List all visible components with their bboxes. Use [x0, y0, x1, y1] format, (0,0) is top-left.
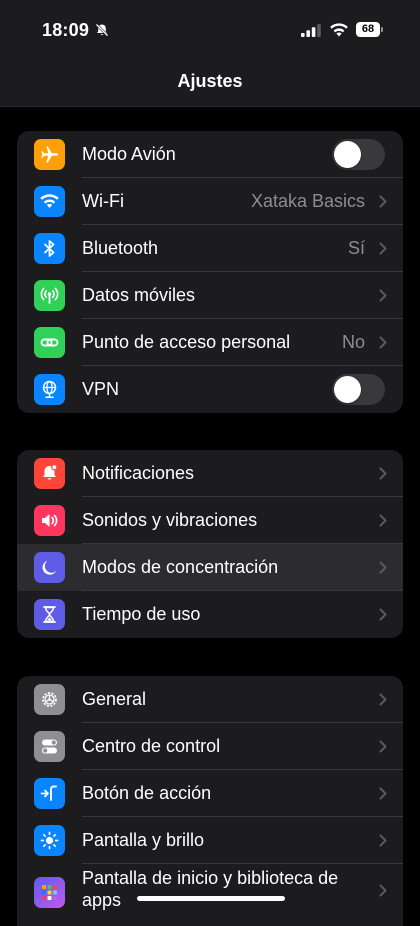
settings-row-label: Pantalla y brillo — [82, 830, 205, 850]
switches-icon — [34, 731, 65, 762]
chevron-right-icon — [379, 693, 387, 706]
chevron-right-icon — [379, 336, 387, 349]
home-indicator[interactable] — [137, 896, 285, 901]
globe-icon — [34, 374, 65, 405]
settings-row-home-screen[interactable]: Pantalla de inicio y biblioteca de apps — [17, 864, 403, 920]
settings-row-label: General — [82, 689, 147, 709]
settings-row-label: Tiempo de uso — [82, 604, 201, 624]
moon-icon — [34, 552, 65, 583]
settings-row-label: Modos de concentración — [82, 557, 279, 577]
settings-row-label: Wi-Fi — [82, 191, 124, 211]
chevron-right-icon — [379, 514, 387, 527]
settings-group-connectivity: Modo Avión Wi-Fi Xataka Basics Bluetooth… — [17, 131, 403, 413]
settings-row-sounds[interactable]: Sonidos y vibraciones — [17, 497, 403, 544]
speaker-icon — [34, 505, 65, 536]
airplane-icon — [34, 139, 65, 170]
settings-row-bluetooth[interactable]: Bluetooth Sí — [17, 225, 403, 272]
settings-row-control-center[interactable]: Centro de control — [17, 723, 403, 770]
settings-row-label: Pantalla de inicio y biblioteca de apps — [82, 868, 339, 910]
gear-icon — [34, 684, 65, 715]
settings-row-value: No — [341, 332, 365, 352]
settings-row-airplane-mode[interactable]: Modo Avión — [17, 131, 403, 178]
navigation-bar: Ajustes — [0, 62, 420, 107]
airplane-mode-toggle[interactable] — [332, 139, 385, 170]
settings-row-value: Xataka Basics — [250, 191, 365, 211]
chevron-right-icon — [379, 740, 387, 753]
wifi-status-icon — [330, 23, 348, 37]
settings-row-label: Bluetooth — [82, 238, 159, 258]
settings-row-label: Datos móviles — [82, 285, 196, 305]
settings-group-system: General Centro de control Botón de acció… — [17, 676, 403, 926]
cellular-signal-icon — [301, 24, 321, 37]
silent-bell-icon — [95, 23, 109, 37]
bell-icon — [34, 458, 65, 489]
wifi-icon — [34, 186, 65, 217]
settings-row-personal-hotspot[interactable]: Punto de acceso personal No — [17, 319, 403, 366]
chevron-right-icon — [379, 561, 387, 574]
chevron-right-icon — [379, 242, 387, 255]
settings-row-value: Sí — [347, 238, 365, 258]
chevron-right-icon — [379, 787, 387, 800]
page-title: Ajustes — [177, 71, 243, 91]
settings-row-label: Sonidos y vibraciones — [82, 510, 258, 530]
status-time: 18:09 — [42, 20, 90, 40]
hourglass-icon — [34, 599, 65, 630]
status-bar: 18:09 68 — [0, 0, 420, 62]
bluetooth-icon — [34, 233, 65, 264]
chevron-right-icon — [379, 195, 387, 208]
settings-row-label: Modo Avión — [82, 144, 176, 164]
chevron-right-icon — [379, 834, 387, 847]
action-button-icon — [34, 778, 65, 809]
settings-row-label: Botón de acción — [82, 783, 212, 803]
battery-indicator: 68 — [356, 22, 383, 37]
settings-group-attention: Notificaciones Sonidos y vibraciones Mod… — [17, 450, 403, 638]
settings-row-general[interactable]: General — [17, 676, 403, 723]
settings-row-screen-time[interactable]: Tiempo de uso — [17, 591, 403, 638]
chevron-right-icon — [379, 289, 387, 302]
settings-row-display-brightness[interactable]: Pantalla y brillo — [17, 817, 403, 864]
settings-row-vpn[interactable]: VPN — [17, 366, 403, 413]
vpn-toggle[interactable] — [332, 374, 385, 405]
settings-row-notifications[interactable]: Notificaciones — [17, 450, 403, 497]
settings-row-label: Centro de control — [82, 736, 221, 756]
antenna-icon — [34, 280, 65, 311]
settings-row-label: Punto de acceso personal — [82, 332, 291, 352]
settings-row-label: VPN — [82, 379, 120, 399]
settings-row-wifi[interactable]: Wi-Fi Xataka Basics — [17, 178, 403, 225]
chevron-right-icon — [379, 467, 387, 480]
settings-row-mobile-data[interactable]: Datos móviles — [17, 272, 403, 319]
settings-row-label: Notificaciones — [82, 463, 195, 483]
settings-row-focus[interactable]: Modos de concentración — [17, 544, 403, 591]
link-icon — [34, 327, 65, 358]
settings-row-action-button[interactable]: Botón de acción — [17, 770, 403, 817]
chevron-right-icon — [379, 884, 387, 897]
app-grid-icon — [34, 877, 65, 908]
chevron-right-icon — [379, 608, 387, 621]
sun-icon — [34, 825, 65, 856]
